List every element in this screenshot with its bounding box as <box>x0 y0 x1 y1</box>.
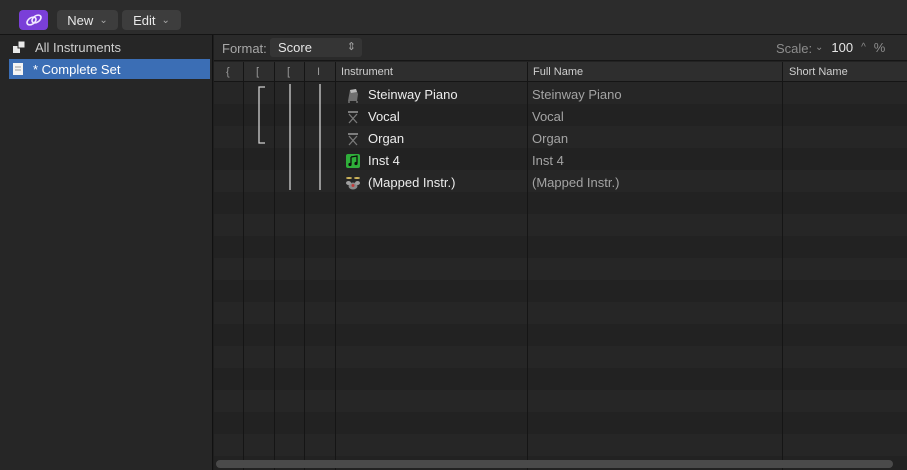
header-sub-bracket[interactable]: [ <box>287 66 290 78</box>
scale-value[interactable]: 100 <box>831 40 853 55</box>
notation-icon <box>348 133 358 146</box>
sidebar-item-all-instruments[interactable]: All Instruments <box>9 37 210 57</box>
instrument-name: Organ <box>368 131 405 146</box>
toolbar: New ⌄ Edit ⌄ <box>0 0 907 35</box>
format-select[interactable]: Score ⇕ <box>270 38 362 57</box>
edit-menu-label: Edit <box>133 12 156 28</box>
up-down-chevron-icon: ⇕ <box>346 41 356 53</box>
header-full-name[interactable]: Full Name <box>533 66 583 78</box>
table-row[interactable]: Vocal Vocal <box>214 106 907 128</box>
music-note-icon <box>346 154 360 168</box>
chevron-down-icon: ⌄ <box>161 14 170 26</box>
table-body: Steinway Piano Steinway Piano Vocal Voca… <box>214 82 907 470</box>
score-set-editor: Format: Score ⇕ Scale: ⌄ 100 ^ % { [ [ I… <box>214 35 907 470</box>
table-header: { [ [ I Instrument Full Name Short Name <box>214 62 907 82</box>
instrument-name: Inst 4 <box>368 153 400 168</box>
instrument-name: Steinway Piano <box>368 87 458 102</box>
chevron-down-icon: ⌄ <box>99 14 108 26</box>
sidebar-item-label: All Instruments <box>35 39 121 55</box>
scale-unit: % <box>873 40 886 55</box>
full-name: Vocal <box>532 109 564 124</box>
drum-kit-icon <box>346 177 360 190</box>
full-name: Inst 4 <box>532 153 564 168</box>
header-bracket[interactable]: [ <box>256 66 259 78</box>
header-short-name[interactable]: Short Name <box>789 66 848 78</box>
piano-icon <box>348 89 358 103</box>
sidebar-item-label: * Complete Set <box>33 61 121 77</box>
full-name: Organ <box>532 131 569 146</box>
instrument-name: Vocal <box>368 109 400 124</box>
horizontal-scrollbar[interactable] <box>216 460 893 468</box>
header-instrument[interactable]: Instrument <box>341 66 393 78</box>
full-name: (Mapped Instr.) <box>532 175 620 190</box>
format-bar: Format: Score ⇕ Scale: ⌄ 100 ^ % <box>214 35 907 61</box>
instruments-folder-icon <box>13 40 26 53</box>
header-barline[interactable]: I <box>317 66 320 78</box>
header-brace[interactable]: { <box>226 66 230 78</box>
scale-up-icon[interactable]: ^ <box>861 42 866 53</box>
table-row[interactable]: Organ Organ <box>214 128 907 150</box>
full-name: Steinway Piano <box>532 87 622 102</box>
link-icon <box>25 14 42 26</box>
instrument-name: (Mapped Instr.) <box>368 175 456 190</box>
document-icon <box>13 63 23 75</box>
table-row[interactable]: Inst 4 Inst 4 <box>214 150 907 172</box>
link-button[interactable] <box>19 10 48 30</box>
notation-icon <box>348 111 358 124</box>
scale-label: Scale: <box>776 41 813 56</box>
format-label: Format: <box>222 41 267 56</box>
new-menu-label: New <box>67 12 94 28</box>
scale-down-icon[interactable]: ⌄ <box>815 42 823 53</box>
edit-menu-button[interactable]: Edit ⌄ <box>122 10 181 30</box>
format-value: Score <box>278 40 312 55</box>
scale-stepper[interactable]: ⌄ 100 ^ % <box>815 38 907 57</box>
table-row[interactable]: Steinway Piano Steinway Piano <box>214 84 907 106</box>
sidebar-item-complete-set[interactable]: * Complete Set <box>9 59 210 79</box>
sidebar: All Instruments * Complete Set <box>0 35 213 470</box>
table-row[interactable]: (Mapped Instr.) (Mapped Instr.) <box>214 172 907 194</box>
new-menu-button[interactable]: New ⌄ <box>57 10 118 30</box>
